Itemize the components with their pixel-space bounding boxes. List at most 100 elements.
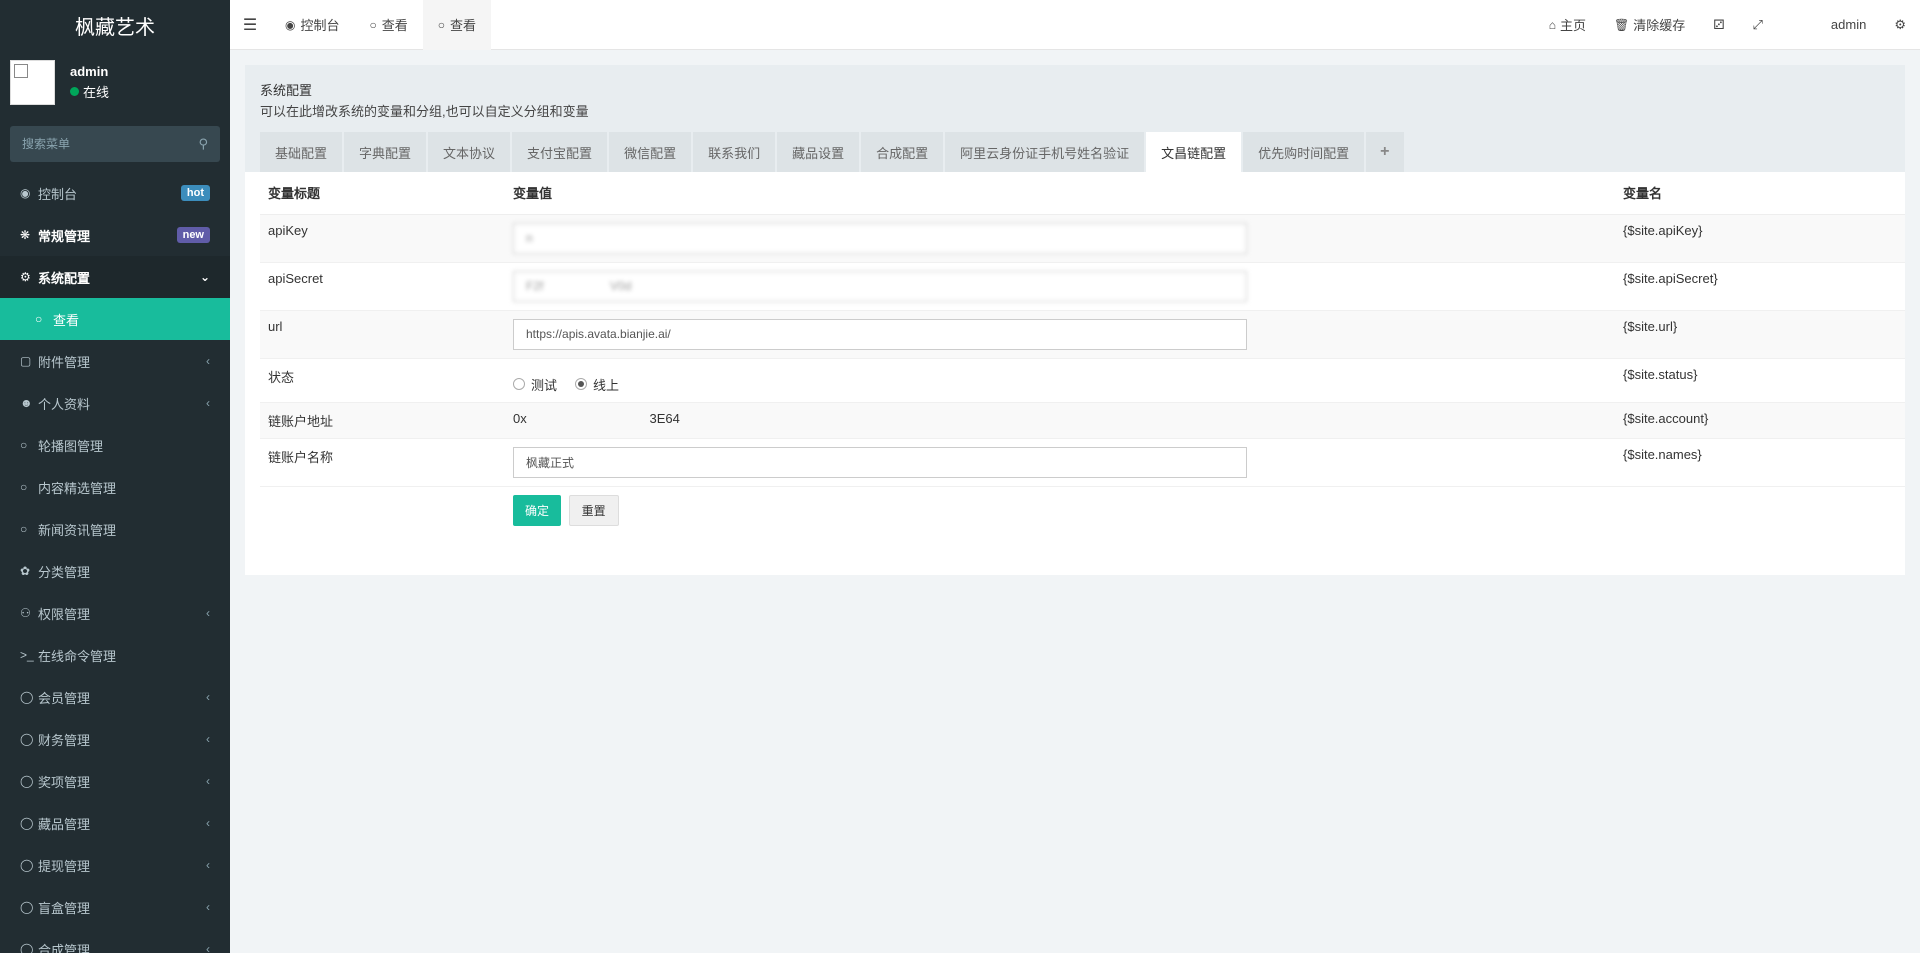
reset-button[interactable]: 重置 [568,494,619,526]
chevron-left-icon: ‹ [206,690,210,704]
hot-badge: hot [180,185,210,201]
circle-icon: ◯ [20,732,34,746]
status-radio-label[interactable]: 测试 [531,375,557,394]
sidebar-item-label: 会员管理 [38,690,91,706]
sidebar-item-profile[interactable]: ☻ 个人资料 ‹ [0,382,230,424]
menu-search-input[interactable] [22,137,182,151]
sidebar-item-command[interactable]: >_ 在线命令管理 [0,634,230,676]
circle-icon: ◯ [20,774,34,788]
chevron-left-icon: ‹ [206,942,210,953]
sidebar-item-label: 权限管理 [38,606,91,622]
header-value: 变量值 [505,172,1615,215]
app-logo[interactable]: 枫藏艺术 [0,0,230,50]
sidebar-item-finance[interactable]: ◯ 财务管理 ‹ [0,718,230,760]
add-tab-button[interactable]: + [1366,132,1404,172]
sidebar-item-compose[interactable]: ◯ 合成管理 ‹ [0,928,230,953]
status-radio-online[interactable] [575,378,588,390]
tab-dictionary[interactable]: 字典配置 [344,132,427,172]
row-var-name: {$site.url} [1615,310,1905,359]
tab-priority-time[interactable]: 优先购时间配置 [1243,132,1365,172]
row-title: url [260,310,505,359]
sidebar-item-member[interactable]: ◯ 会员管理 ‹ [0,676,230,718]
circle-icon: ○ [20,480,28,494]
config-table: 变量标题 变量值 变量名 apiKey {$site.apiKey} apiSe… [260,172,1905,534]
sidebar-item-dashboard[interactable]: ◉ 控制台 hot [0,172,230,214]
table-row: 链账户地址 0x 3E64 {$site.account} [260,402,1905,439]
chevron-left-icon: ‹ [206,732,210,746]
sidebar-item-label: 内容精选管理 [38,480,117,496]
fullscreen-icon[interactable]: ⤢ [1739,17,1777,33]
chevron-left-icon: ‹ [206,858,210,872]
url-input[interactable] [513,318,1247,350]
sidebar-item-label: 控制台 [38,186,78,202]
nav-tab-label: 控制台 [300,18,340,33]
user-status-label: 在线 [83,84,110,100]
tab-aliyun-verify[interactable]: 阿里云身份证手机号姓名验证 [945,132,1145,172]
home-link[interactable]: ⌂ 主页 [1535,15,1600,34]
chevron-left-icon: ‹ [206,816,210,830]
sidebar-item-label: 个人资料 [38,396,91,412]
home-icon: ⌂ [1548,17,1556,32]
sidebar-item-category[interactable]: ✿ 分类管理 [0,550,230,592]
sidebar-item-system-config[interactable]: ⚙ 系统配置 ⌄ [0,256,230,298]
status-radio-group: 测试 线上 [513,367,1607,394]
chevron-left-icon: ‹ [206,396,210,410]
header-name: 变量名 [1615,172,1905,215]
row-title: 状态 [260,358,505,403]
online-dot-icon [70,86,79,96]
panel-description: 可以在此增改系统的变量和分组,也可以自定义分组和变量 [260,104,589,119]
user-menu[interactable]: admin [1817,17,1880,32]
nav-tab-dashboard[interactable]: ◉ 控制台 [270,0,355,50]
circle-icon: ◯ [20,900,34,914]
circle-icon: ○ [20,522,28,536]
menu-search[interactable]: ⚲ [10,126,220,162]
panel-heading: 系统配置 可以在此增改系统的变量和分组,也可以自定义分组和变量 基础配置 字典配… [245,65,1905,172]
leaf-icon: ✿ [20,564,31,578]
confirm-button[interactable]: 确定 [513,494,562,526]
sidebar-item-collection[interactable]: ◯ 藏品管理 ‹ [0,802,230,844]
search-icon[interactable]: ⚲ [198,136,208,152]
sidebar-item-news[interactable]: ○ 新闻资讯管理 [0,508,230,550]
circle-icon: ◯ [20,816,34,830]
account-value: 0x 3E64 [505,402,1615,439]
row-title: apiSecret [260,262,505,311]
apisecret-input[interactable] [513,270,1247,302]
clear-cache-label: 清除缓存 [1633,18,1686,33]
sidebar-toggle-icon[interactable]: ☰ [230,15,270,35]
circle-icon: ○ [369,17,377,32]
sidebar-item-award[interactable]: ◯ 奖项管理 ‹ [0,760,230,802]
sidebar-item-label: 合成管理 [38,942,91,953]
sidebar-item-auth[interactable]: ⚇ 权限管理 ‹ [0,592,230,634]
nav-tab-view-active[interactable]: ○ 查看 [422,0,492,50]
sidebar-item-label: 新闻资讯管理 [38,522,117,538]
status-radio-label[interactable]: 线上 [593,375,619,394]
tab-collection[interactable]: 藏品设置 [777,132,860,172]
circle-icon: ◯ [20,942,34,953]
sidebar-item-banner[interactable]: ○ 轮播图管理 [0,424,230,466]
clear-cache-button[interactable]: 🗑 清除缓存 [1600,15,1699,34]
dashboard-icon: ◉ [20,186,31,200]
tab-chain[interactable]: 文昌链配置 [1146,132,1242,172]
tab-contact[interactable]: 联系我们 [693,132,776,172]
tab-basic[interactable]: 基础配置 [260,132,343,172]
trash-icon: 🗑 [1613,17,1630,32]
sidebar-item-withdraw[interactable]: ◯ 提现管理 ‹ [0,844,230,886]
row-title: apiKey [260,214,505,263]
status-radio-test[interactable] [513,378,525,390]
settings-icon[interactable]: ⚙ [1880,17,1920,33]
tab-alipay[interactable]: 支付宝配置 [512,132,608,172]
row-title: 链账户地址 [260,402,505,439]
sidebar-item-attachments[interactable]: ▢ 附件管理 ‹ [0,340,230,382]
tab-agreement[interactable]: 文本协议 [428,132,511,172]
tab-wechat[interactable]: 微信配置 [609,132,692,172]
sidebar-item-view[interactable]: ○ 查看 [0,298,230,340]
sidebar-item-featured[interactable]: ○ 内容精选管理 [0,466,230,508]
sidebar-item-general[interactable]: ❋ 常规管理 new [0,214,230,256]
apikey-input[interactable] [513,222,1247,254]
tab-compose[interactable]: 合成配置 [861,132,944,172]
translate-icon[interactable]: ⚂ [1699,17,1738,33]
nav-tab-view[interactable]: ○ 查看 [355,0,423,50]
sidebar-item-blindbox[interactable]: ◯ 盲盒管理 ‹ [0,886,230,928]
cogs-icon: ❋ [20,228,31,242]
account-name-input[interactable] [513,446,1247,478]
